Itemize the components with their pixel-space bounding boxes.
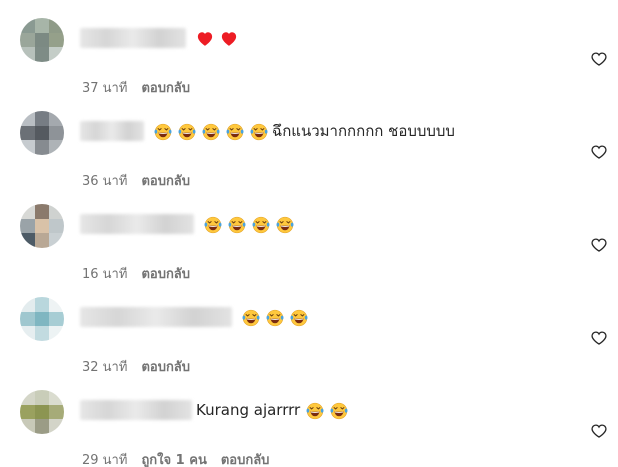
laughing-face-icon [242, 309, 260, 326]
comment-body [80, 26, 238, 50]
laughing-face-icon [250, 123, 268, 140]
comment-item: 32 นาที ตอบกลับ [0, 297, 618, 387]
laughing-face-icon [228, 216, 246, 233]
avatar[interactable] [20, 111, 64, 155]
comment-body [80, 212, 294, 236]
laughing-face-icon [290, 309, 308, 326]
username-blurred[interactable] [80, 28, 186, 48]
like-heart-icon[interactable] [591, 237, 607, 253]
comment-text: Kurang ajarrrr [196, 401, 301, 419]
emoji-row [148, 121, 268, 141]
red-heart-icon [197, 32, 213, 46]
laughing-face-icon [252, 216, 270, 233]
comment-item: 37 นาที ตอบกลับ [0, 18, 618, 108]
comment-time: 36 นาที [82, 174, 128, 189]
laughing-face-icon [306, 402, 324, 419]
avatar[interactable] [20, 297, 64, 341]
reply-button[interactable]: ตอบกลับ [141, 77, 190, 98]
emoji-row [198, 214, 294, 234]
like-count[interactable]: ถูกใจ 1 คน [141, 449, 206, 467]
laughing-face-icon [178, 123, 196, 140]
username-blurred[interactable] [80, 307, 232, 327]
laughing-face-icon [330, 402, 348, 419]
emoji-row [236, 307, 308, 327]
comment-time: 16 นาที [82, 267, 128, 282]
like-heart-icon[interactable] [591, 423, 607, 439]
laughing-face-icon [276, 216, 294, 233]
avatar[interactable] [20, 204, 64, 248]
comment-time: 29 นาที [82, 453, 128, 467]
laughing-face-icon [202, 123, 220, 140]
comment-meta: 29 นาที ถูกใจ 1 คน ตอบกลับ [82, 449, 269, 467]
laughing-face-icon [226, 123, 244, 140]
username-blurred[interactable] [80, 400, 192, 420]
reply-button[interactable]: ตอบกลับ [141, 356, 190, 377]
reply-button[interactable]: ตอบกลับ [221, 449, 270, 467]
emoji-row [300, 400, 348, 420]
laughing-face-icon [154, 123, 172, 140]
avatar[interactable] [20, 18, 64, 62]
username-blurred[interactable] [80, 121, 144, 141]
username-blurred[interactable] [80, 214, 194, 234]
like-heart-icon[interactable] [591, 51, 607, 67]
comment-item: 16 นาที ตอบกลับ [0, 204, 618, 294]
like-heart-icon[interactable] [591, 144, 607, 160]
comment-meta: 32 นาที ตอบกลับ [82, 356, 190, 377]
laughing-face-icon [204, 216, 222, 233]
comment-body [80, 305, 308, 329]
comment-meta: 37 นาที ตอบกลับ [82, 77, 190, 98]
comment-text: ฉึกแนวมากกกกก ชอบบบบบ [272, 122, 455, 140]
comments-list: 37 นาที ตอบกลับ ฉึกแนวมากกกกก ชอบบบบบ 36… [0, 0, 618, 467]
reply-button[interactable]: ตอบกลับ [141, 263, 190, 284]
laughing-face-icon [266, 309, 284, 326]
comment-body: Kurang ajarrrr [80, 398, 348, 422]
avatar[interactable] [20, 390, 64, 434]
like-heart-icon[interactable] [591, 330, 607, 346]
comment-time: 37 นาที [82, 81, 128, 96]
red-heart-icon [221, 32, 237, 46]
comment-meta: 36 นาที ตอบกลับ [82, 170, 190, 191]
comment-body: ฉึกแนวมากกกกก ชอบบบบบ [80, 119, 455, 143]
comment-item: ฉึกแนวมากกกกก ชอบบบบบ 36 นาที ตอบกลับ [0, 111, 618, 201]
comment-item: Kurang ajarrrr 29 นาที ถูกใจ 1 คน ตอบกลั… [0, 390, 618, 467]
comment-time: 32 นาที [82, 360, 128, 375]
reply-button[interactable]: ตอบกลับ [141, 170, 190, 191]
comment-meta: 16 นาที ตอบกลับ [82, 263, 190, 284]
emoji-row [190, 28, 238, 48]
